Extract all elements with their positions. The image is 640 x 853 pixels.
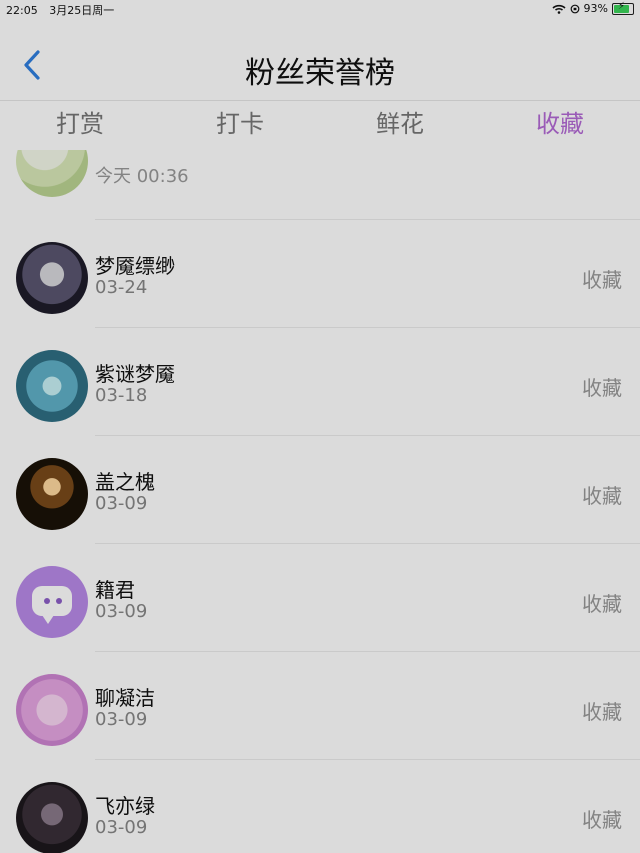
list-item-name: 飞亦绿 — [95, 794, 155, 818]
list-item-action: 收藏 — [582, 592, 622, 616]
list-item-name: 梦魇缥缈 — [95, 254, 175, 278]
avatar — [16, 350, 88, 422]
status-right: 93% ⚡ — [552, 0, 634, 15]
chat-bubble-icon — [32, 586, 72, 624]
list-item-date: 今天 00:36 — [95, 166, 189, 187]
avatar — [16, 782, 88, 853]
dot-icon — [56, 598, 62, 604]
tab-reward[interactable]: 打赏 — [0, 104, 160, 148]
status-date: 3月25日周一 — [49, 4, 115, 17]
app-screen: 22:05 3月25日周一 93% ⚡ 粉丝荣誉榜 打赏 打卡 鲜花 收藏 今天… — [0, 0, 640, 853]
list-item-action: 收藏 — [582, 376, 622, 400]
list-item-action: 收藏 — [582, 808, 622, 832]
list-item[interactable]: 飞亦绿 03-09 收藏 — [0, 760, 640, 853]
tab-flowers[interactable]: 鲜花 — [320, 104, 480, 148]
avatar — [16, 566, 88, 638]
list-item-name: 紫谜梦魇 — [95, 362, 175, 386]
list-item-action: 收藏 — [582, 268, 622, 292]
list-item[interactable]: 聊凝洁 03-09 收藏 — [0, 652, 640, 760]
list-item-name: 盖之槐 — [95, 470, 155, 494]
list-item-date: 03-18 — [95, 385, 148, 406]
charging-bolt-icon: ⚡ — [618, 0, 626, 12]
list-item-date: 03-24 — [95, 277, 148, 298]
list-item[interactable]: 梦魇缥缈 03-24 收藏 — [0, 220, 640, 328]
avatar — [16, 242, 88, 314]
status-bar: 22:05 3月25日周一 93% ⚡ — [0, 0, 640, 18]
battery-percent: 93% — [583, 2, 608, 15]
list-item-date: 03-09 — [95, 709, 148, 730]
avatar — [16, 150, 88, 197]
list-item-action: 收藏 — [582, 484, 622, 508]
list-item[interactable]: 盖之槐 03-09 收藏 — [0, 436, 640, 544]
tab-bar: 打赏 打卡 鲜花 收藏 — [0, 104, 640, 148]
wifi-icon — [552, 4, 566, 14]
status-time: 22:05 — [6, 4, 38, 17]
avatar — [16, 674, 88, 746]
list-item-date: 03-09 — [95, 817, 148, 838]
avatar — [16, 458, 88, 530]
page-title: 粉丝荣誉榜 — [245, 56, 395, 91]
dot-icon — [44, 598, 50, 604]
tab-favorites[interactable]: 收藏 — [480, 104, 640, 148]
orientation-lock-icon — [570, 4, 579, 13]
nav-bar: 粉丝荣誉榜 — [0, 28, 640, 101]
list-item-date: 03-09 — [95, 601, 148, 622]
list-item-name: 籍君 — [95, 578, 135, 602]
list-item[interactable]: 紫谜梦魇 03-18 收藏 — [0, 328, 640, 436]
list-item[interactable]: 今天 00:36 — [0, 150, 640, 220]
tab-checkin[interactable]: 打卡 — [160, 104, 320, 148]
list-item-date: 03-09 — [95, 493, 148, 514]
list-item[interactable]: 籍君 03-09 收藏 — [0, 544, 640, 652]
list-item-action: 收藏 — [582, 700, 622, 724]
status-left: 22:05 3月25日周一 — [6, 2, 122, 18]
battery-icon: ⚡ — [612, 0, 634, 15]
list-item-name: 聊凝洁 — [95, 686, 155, 710]
